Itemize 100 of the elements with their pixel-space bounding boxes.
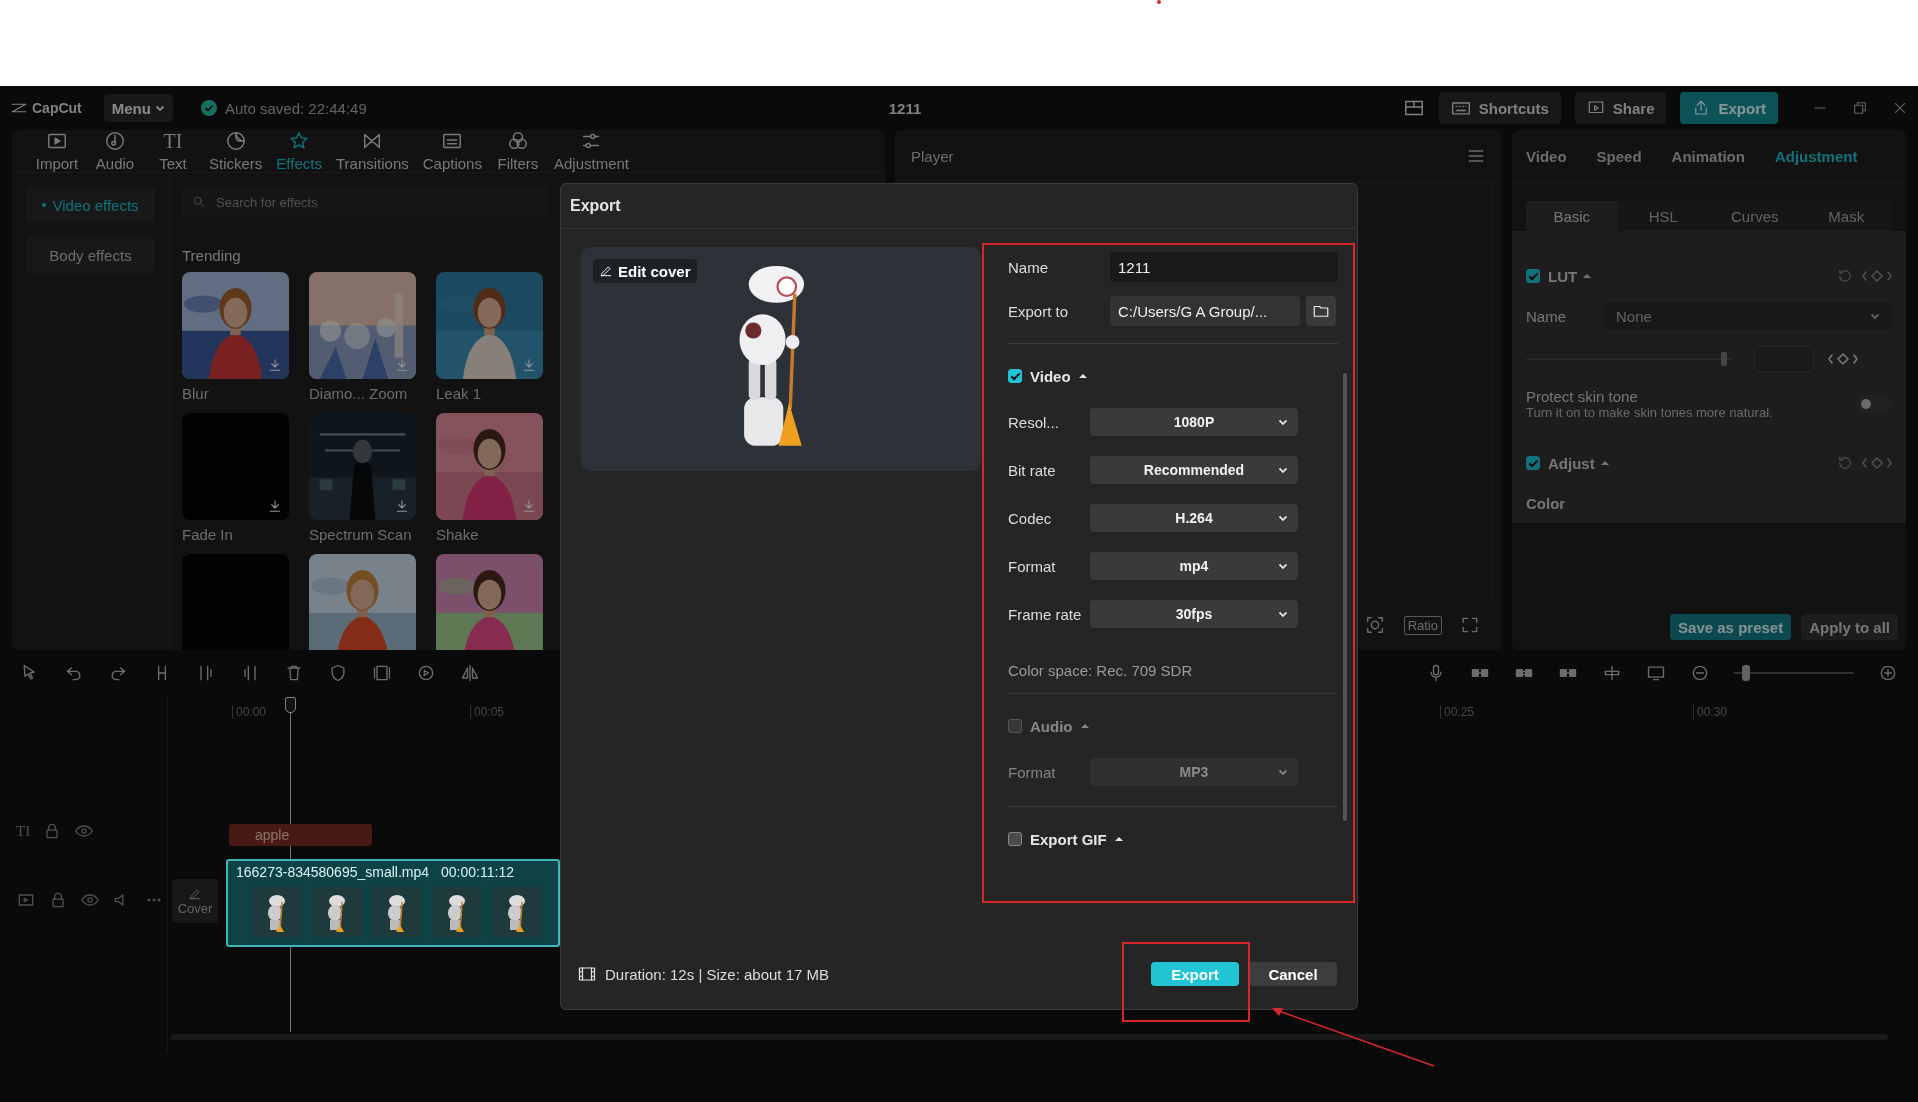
keyframe-icon[interactable] [1862,269,1892,283]
chevron-down-icon [1278,610,1288,618]
media-tab[interactable]: Transitions [328,130,416,172]
dropdown[interactable]: Recommended [1090,456,1298,484]
section-title: Audio [1030,717,1073,735]
keyframe-icon[interactable] [1862,456,1892,470]
film-icon [577,965,597,983]
reset-icon[interactable] [1836,454,1854,472]
category-item[interactable]: Body effects [26,237,155,273]
setting-label: Codec [1008,509,1053,527]
pencil-icon [188,886,202,901]
media-tab[interactable]: Import [28,130,86,172]
edit-cover-button[interactable]: Edit cover [593,259,697,283]
path-field[interactable]: C:/Users/G A Group/... [1110,296,1300,326]
ratio-button[interactable]: Ratio [1403,615,1442,635]
search-icon [192,195,206,209]
section-title: Video [1030,367,1071,385]
setting-label: Format [1008,763,1057,781]
setting-label: Frame rate [1008,605,1083,623]
music-note-icon [104,130,126,152]
dropdown[interactable]: None [1604,302,1892,330]
reset-icon[interactable] [1836,267,1854,285]
pencil-icon [599,264,613,278]
video-clip[interactable]: 166273-834580695_small.mp4 00:00:11:12 [226,859,560,947]
dropdown[interactable]: H.264 [1090,504,1298,532]
caret-up-icon [1600,460,1609,466]
toggle-switch[interactable] [1856,395,1892,413]
effect-name: Spectrum Scan [309,526,413,545]
caret-up-icon [1078,373,1087,379]
setting-title: Protect skin tone [1526,388,1639,405]
checkbox[interactable] [1008,369,1022,383]
field-label: Export to [1008,302,1070,320]
slider-thumb[interactable] [1742,664,1750,681]
category-item[interactable]: Video effects [26,187,155,223]
playhead-handle[interactable] [285,697,296,713]
panel-tab[interactable]: Speed [1596,147,1642,165]
panel-tab[interactable]: Animation [1671,147,1745,165]
media-tab[interactable]: TI Text [144,130,202,172]
color-space-note: Color space: Rec. 709 SDR [1008,662,1194,679]
chevron-down-icon [1278,514,1288,522]
chevron-down-icon [1278,562,1288,570]
media-tab[interactable]: Audio [86,130,144,172]
text-track-icon: TI [16,822,31,840]
search-field[interactable]: Search for effects [182,187,548,217]
annotation-dot [1157,0,1161,4]
dialog-button[interactable]: Cancel [1249,962,1337,986]
effect-name: Fade In [182,526,234,545]
media-tab[interactable]: Filters [488,130,547,172]
media-tab[interactable]: Stickers [202,130,270,172]
dropdown[interactable]: 1080P [1090,408,1298,436]
checkbox[interactable] [1526,456,1540,470]
close-icon[interactable] [1892,100,1908,116]
fullscreen-icon[interactable] [1460,615,1480,635]
slider-thumb[interactable] [1720,352,1727,366]
panel-tab[interactable]: Adjustment [1774,147,1858,165]
export-info: Duration: 12s | Size: about 17 MB [605,965,830,983]
restore-icon[interactable] [1852,100,1868,116]
download-icon [394,357,410,373]
section-title: LUT [1548,267,1578,285]
shortcuts-button[interactable]: Shortcuts [1438,92,1561,124]
media-tab[interactable]: Adjustment [546,130,636,172]
download-icon [521,498,537,514]
download-icon [394,498,410,514]
section-title: Adjust [1548,454,1595,472]
sub-tab[interactable]: HSL [1617,201,1709,231]
export-button[interactable]: Export [1680,92,1778,124]
media-tab[interactable]: Captions [415,130,489,172]
panel-button[interactable]: Save as preset [1670,614,1792,640]
chevron-down-icon [1870,312,1880,320]
menu-button[interactable]: Menu [103,94,173,122]
section-heading: Trending [182,247,241,264]
name-field[interactable]: 1211 [1110,252,1338,282]
media-tab[interactable]: Effects [269,130,329,172]
search-input[interactable]: Search for effects [214,191,534,213]
mirror-icon[interactable] [460,662,480,683]
clip-duration: 00:00:11:12 [441,864,514,880]
sub-tab[interactable]: Basic [1526,201,1618,231]
setting-label: Bit rate [1008,461,1057,479]
field-label: Name [1008,258,1049,276]
text-clip[interactable]: apple [229,824,372,846]
share-button[interactable]: Share [1574,92,1667,124]
effect-name: Shake [436,526,480,545]
dropdown[interactable]: 30fps [1090,600,1298,628]
cover-button[interactable]: Cover [172,879,218,923]
sub-tab[interactable]: Mask [1800,201,1892,231]
panel-tab[interactable]: Video [1526,147,1567,165]
download-icon [521,357,537,373]
effect-name: Blur [182,385,210,404]
checkbox[interactable] [1526,269,1540,283]
setting-label: Format [1008,557,1057,575]
keyframe-icon[interactable] [1828,352,1858,366]
chevron-down-icon [1278,466,1288,474]
panel-button[interactable]: Apply to all [1801,614,1898,640]
logo-icon [10,101,28,115]
folder-button[interactable] [1306,296,1336,326]
dialog-title: Export [570,197,621,215]
sub-tab[interactable]: Curves [1709,201,1801,231]
checkbox[interactable] [1008,832,1022,846]
scrollbar[interactable] [1343,373,1347,821]
dropdown[interactable]: mp4 [1090,552,1298,580]
